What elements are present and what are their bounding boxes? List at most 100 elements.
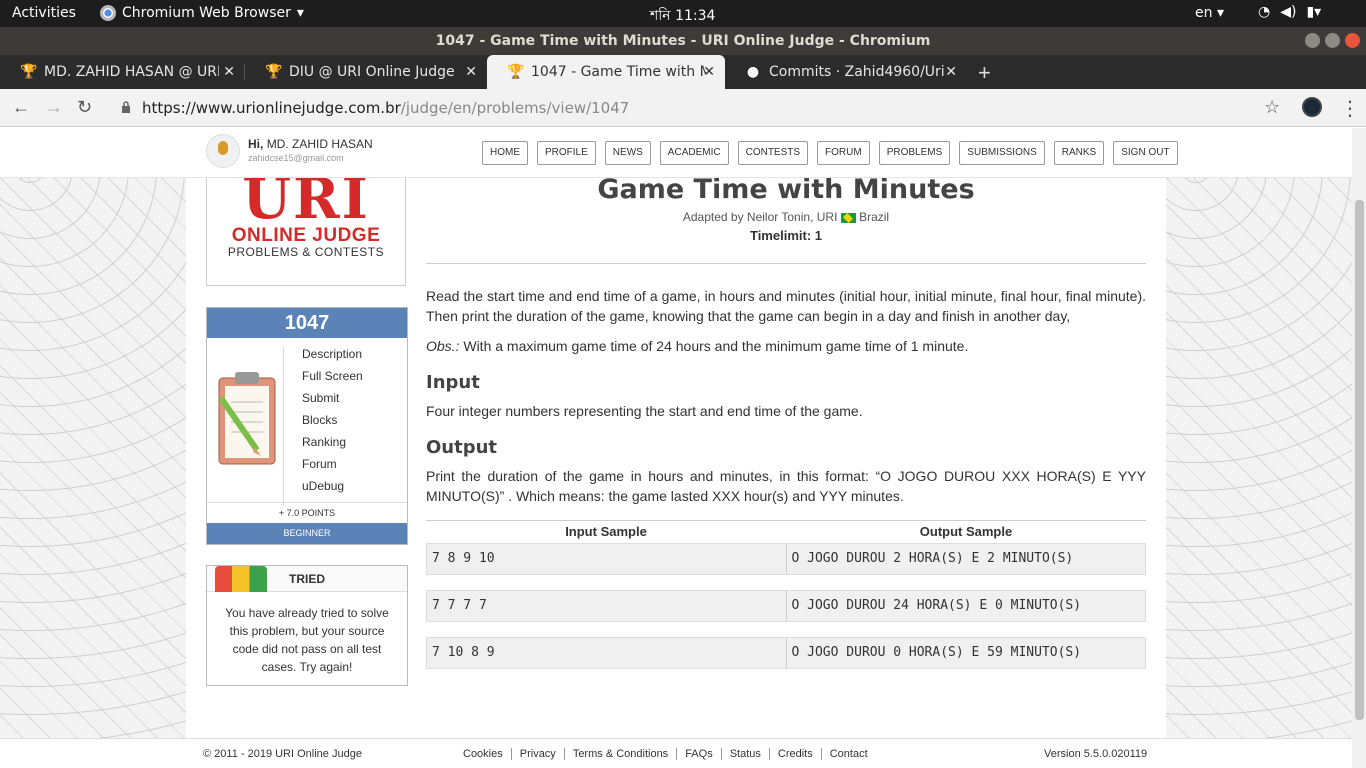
maximize-button[interactable] bbox=[1325, 33, 1340, 48]
lock-icon bbox=[122, 101, 130, 113]
close-window-button[interactable] bbox=[1345, 33, 1360, 48]
tab-profile[interactable]: 🏆 MD. ZAHID HASAN @ URI Online Judge✕ bbox=[0, 55, 245, 89]
link-forum[interactable]: Forum bbox=[302, 456, 363, 478]
background-pattern-left bbox=[0, 128, 186, 768]
address-bar-row: ← → ↻ https://www.urionlinejudge.com.br/… bbox=[0, 89, 1366, 127]
country-name: Brazil bbox=[859, 210, 890, 224]
language-indicator[interactable]: en ▾ bbox=[1195, 5, 1224, 21]
footer-cookies[interactable]: Cookies bbox=[463, 748, 512, 760]
tab-label: DIU @ URI Online Judge bbox=[289, 64, 455, 80]
tried-title: TRIED bbox=[289, 572, 325, 586]
problem-sidebar: 1047 Description Full Screen Submit Bloc… bbox=[206, 307, 408, 545]
minimize-button[interactable] bbox=[1305, 33, 1320, 48]
greeting-hi: Hi, bbox=[248, 137, 264, 151]
back-icon[interactable]: ← bbox=[12, 97, 30, 118]
close-tab-icon[interactable]: ✕ bbox=[223, 64, 235, 80]
clock[interactable]: শনি 11:34 bbox=[650, 4, 715, 28]
reload-icon[interactable]: ↻ bbox=[77, 97, 92, 118]
link-udebug[interactable]: uDebug bbox=[302, 478, 363, 500]
level-badge: BEGINNER bbox=[207, 523, 407, 544]
sample-output: O JOGO DUROU 0 HORA(S) E 59 MINUTO(S) bbox=[791, 645, 1082, 660]
uri-logo[interactable]: URI ONLINE JUDGE PROBLEMS & CONTESTS bbox=[206, 168, 406, 286]
site-header: Hi, MD. ZAHID HASAN zahidcse15@gmail.com… bbox=[0, 128, 1352, 178]
bookmark-star-icon[interactable]: ☆ bbox=[1264, 97, 1280, 118]
link-ranking[interactable]: Ranking bbox=[302, 434, 363, 456]
obs-text: With a maximum game time of 24 hours and… bbox=[459, 338, 969, 354]
url-path: /judge/en/problems/view/1047 bbox=[400, 99, 630, 117]
footer-faqs[interactable]: FAQs bbox=[677, 748, 722, 760]
obs-label: Obs.: bbox=[426, 338, 460, 354]
sample-input: 7 7 7 7 bbox=[427, 591, 787, 621]
window-title: 1047 - Game Time with Minutes - URI Onli… bbox=[435, 33, 931, 49]
trophy-icon: 🏆 bbox=[265, 64, 283, 80]
rubiks-cube-icon bbox=[215, 566, 267, 592]
system-indicators[interactable]: ◔ ◀) ▮▾ bbox=[1258, 4, 1321, 20]
nav-forum[interactable]: FORUM bbox=[817, 141, 870, 165]
problem-description: Read the start time and end time of a ga… bbox=[426, 288, 1146, 324]
url-input[interactable]: https://www.urionlinejudge.com.br/judge/… bbox=[142, 99, 629, 117]
tab-github-commits[interactable]: ● Commits · Zahid4960/Uri_Online_Judge✕ bbox=[725, 55, 967, 89]
app-name: Chromium Web Browser bbox=[122, 5, 291, 21]
link-description[interactable]: Description bbox=[302, 346, 363, 368]
nav-ranks[interactable]: RANKS bbox=[1053, 141, 1105, 165]
page-scrollbar[interactable] bbox=[1352, 128, 1366, 768]
volume-icon: ◀) bbox=[1280, 4, 1297, 20]
output-description: Print the duration of the game in hours … bbox=[426, 468, 1146, 504]
user-avatar[interactable] bbox=[206, 134, 240, 168]
footer-status[interactable]: Status bbox=[722, 748, 770, 760]
input-heading: Input bbox=[426, 372, 480, 393]
background-pattern-right bbox=[1166, 128, 1352, 768]
link-blocks[interactable]: Blocks bbox=[302, 412, 363, 434]
sample-row: 7 7 7 7 O JOGO DUROU 24 HORA(S) E 0 MINUT… bbox=[426, 590, 1146, 622]
sample-output: O JOGO DUROU 24 HORA(S) E 0 MINUTO(S) bbox=[791, 598, 1082, 613]
footer-terms[interactable]: Terms & Conditions bbox=[565, 748, 678, 760]
tab-problem-1047[interactable]: 🏆 1047 - Game Time with Minutes✕ bbox=[487, 55, 725, 89]
chromium-icon bbox=[100, 5, 116, 21]
tab-diu[interactable]: 🏆 DIU @ URI Online Judge ✕ bbox=[245, 55, 487, 89]
problem-links: Description Full Screen Submit Blocks Ra… bbox=[283, 346, 363, 506]
logo-tagline: PROBLEMS & CONTESTS bbox=[227, 245, 385, 259]
nav-academic[interactable]: ACADEMIC bbox=[659, 141, 729, 165]
activities-button[interactable]: Activities bbox=[12, 5, 76, 21]
scrollbar-thumb[interactable] bbox=[1355, 200, 1364, 720]
brazil-flag-icon bbox=[840, 212, 856, 223]
nav-submissions[interactable]: SUBMISSIONS bbox=[959, 141, 1045, 165]
tab-label: MD. ZAHID HASAN @ URI Online Judge bbox=[44, 64, 219, 80]
profile-avatar[interactable] bbox=[1302, 97, 1322, 117]
nav-sign-out[interactable]: SIGN OUT bbox=[1113, 141, 1178, 165]
nav-contests[interactable]: CONTESTS bbox=[737, 141, 809, 165]
link-submit[interactable]: Submit bbox=[302, 390, 363, 412]
link-full-screen[interactable]: Full Screen bbox=[302, 368, 363, 390]
tried-status-box: TRIED You have already tried to solve th… bbox=[206, 565, 408, 686]
samples-table: Input Sample Output Sample 7 8 9 10 O JOGO… bbox=[426, 520, 1146, 669]
sample-output: O JOGO DUROU 2 HORA(S) E 2 MINUTO(S) bbox=[791, 551, 1074, 566]
user-email: zahidcse15@gmail.com bbox=[248, 153, 344, 163]
web-page: Hi, MD. ZAHID HASAN zahidcse15@gmail.com… bbox=[0, 128, 1352, 768]
sample-input: 7 8 9 10 bbox=[427, 544, 787, 574]
close-tab-icon[interactable]: ✕ bbox=[945, 64, 957, 80]
forward-icon[interactable]: → bbox=[45, 97, 63, 118]
footer-contact[interactable]: Contact bbox=[822, 748, 876, 760]
problem-observation: Obs.: With a maximum game time of 24 hou… bbox=[426, 336, 1146, 356]
author-text[interactable]: Adapted by Neilor Tonin, URI bbox=[683, 210, 838, 224]
nav-problems[interactable]: PROBLEMS bbox=[878, 141, 951, 165]
footer-credits[interactable]: Credits bbox=[770, 748, 822, 760]
close-tab-icon[interactable]: ✕ bbox=[703, 64, 715, 80]
sample-row: 7 10 8 9 O JOGO DUROU 0 HORA(S) E 59 MINU… bbox=[426, 637, 1146, 669]
nav-profile[interactable]: PROFILE bbox=[537, 141, 596, 165]
logo-online-judge: ONLINE JUDGE bbox=[231, 225, 381, 246]
input-description: Four integer numbers representing the st… bbox=[426, 403, 863, 419]
site-footer: © 2011 - 2019 URI Online Judge Cookies P… bbox=[0, 738, 1352, 768]
nav-news[interactable]: NEWS bbox=[604, 141, 651, 165]
trophy-icon: 🏆 bbox=[507, 64, 525, 80]
new-tab-button[interactable]: + bbox=[978, 60, 991, 86]
app-menu[interactable]: Chromium Web Browser ▾ bbox=[100, 5, 304, 21]
browser-menu-icon[interactable]: ⋮ bbox=[1340, 96, 1360, 121]
footer-privacy[interactable]: Privacy bbox=[512, 748, 565, 760]
tab-label: Commits · Zahid4960/Uri_Online_Judge bbox=[769, 64, 944, 80]
input-sample-header: Input Sample bbox=[565, 524, 647, 539]
nav-home[interactable]: HOME bbox=[482, 141, 528, 165]
sample-row: 7 8 9 10 O JOGO DUROU 2 HORA(S) E 2 MINUT… bbox=[426, 543, 1146, 575]
tab-label: 1047 - Game Time with Minutes bbox=[531, 64, 706, 80]
close-tab-icon[interactable]: ✕ bbox=[465, 64, 477, 80]
